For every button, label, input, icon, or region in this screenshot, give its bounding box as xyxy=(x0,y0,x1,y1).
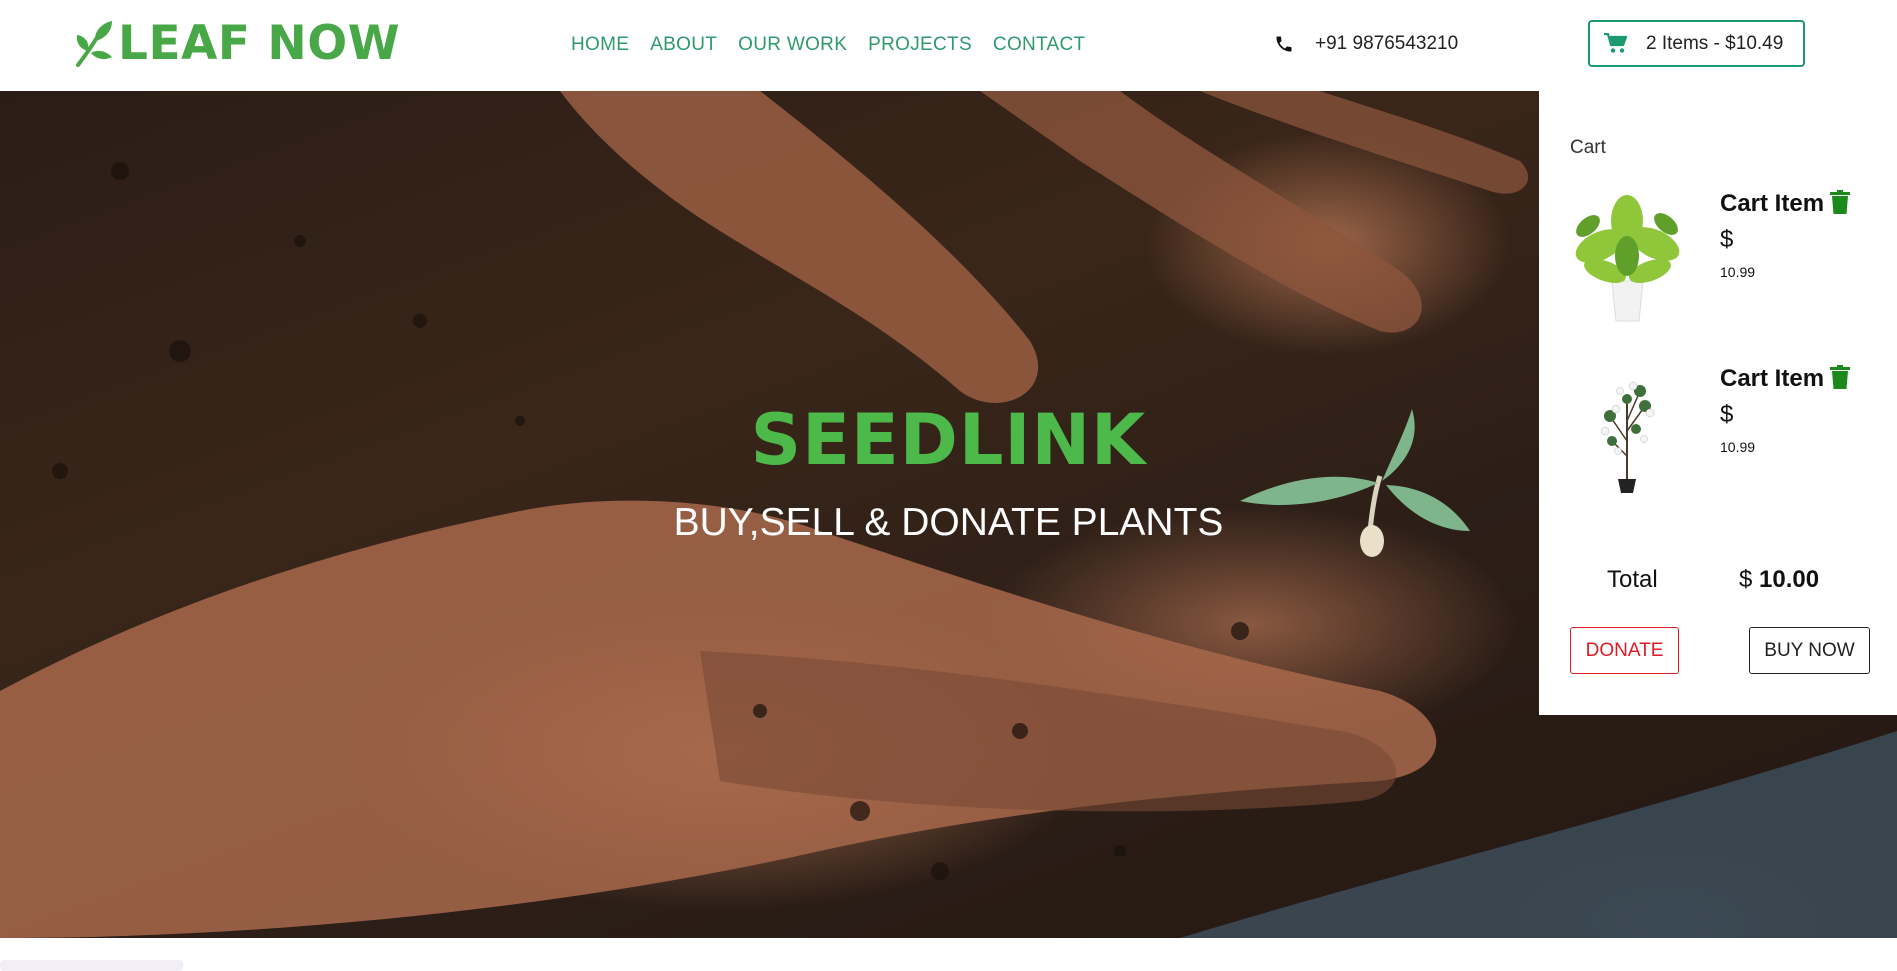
cart-heading: Cart xyxy=(1570,137,1606,158)
cart-item: Cart Item $ 10.99 xyxy=(1570,361,1870,511)
cart-total-value: 10.00 xyxy=(1759,566,1820,593)
cart-item-name: Cart Item xyxy=(1720,190,1825,217)
phone-number: +91 9876543210 xyxy=(1315,33,1459,54)
cart-dropdown-panel: Cart Cart Item $ 10.99 Cart Item $ 10.99… xyxy=(1539,91,1897,715)
cart-item-image xyxy=(1600,381,1655,493)
cart-item-currency: $ xyxy=(1720,226,1734,253)
cart-item: Cart Item $ 10.99 xyxy=(1570,186,1870,336)
cart-item-currency: $ xyxy=(1720,401,1734,428)
cart-total: $ 10.00 xyxy=(1739,566,1819,594)
cart-summary-button[interactable]: 2 Items - $10.49 xyxy=(1588,20,1805,67)
brand-logo[interactable]: LEAF NOW xyxy=(74,16,400,72)
main-nav: HOME ABOUT OUR WORK PROJECTS CONTACT xyxy=(571,33,1106,57)
cart-item-price: 10.99 xyxy=(1720,264,1756,280)
phone-contact[interactable]: +91 9876543210 xyxy=(1274,32,1458,56)
cart-total-currency: $ xyxy=(1739,566,1753,593)
cart-item-name: Cart Item xyxy=(1720,365,1825,392)
cart-item-image xyxy=(1575,195,1680,322)
nav-projects[interactable]: PROJECTS xyxy=(868,33,972,57)
phone-icon xyxy=(1276,36,1292,52)
cart-item-info: Cart Item $ 10.99 xyxy=(1720,361,1860,457)
page-bottom-strip xyxy=(0,960,183,971)
buy-now-button[interactable]: BUY NOW xyxy=(1749,627,1870,674)
nav-about[interactable]: ABOUT xyxy=(650,33,717,57)
nav-contact[interactable]: CONTACT xyxy=(993,33,1086,57)
trash-icon[interactable] xyxy=(1830,190,1851,214)
cart-icon xyxy=(1604,33,1628,53)
cart-item-info: Cart Item $ 10.99 xyxy=(1720,186,1860,282)
cart-total-label: Total xyxy=(1607,566,1658,593)
donate-button[interactable]: DONATE xyxy=(1570,627,1679,674)
trash-icon[interactable] xyxy=(1830,365,1851,389)
brand-name: LEAF NOW xyxy=(118,16,401,71)
leaf-icon xyxy=(76,21,112,67)
nav-our-work[interactable]: OUR WORK xyxy=(738,33,847,57)
nav-home[interactable]: HOME xyxy=(571,33,629,57)
cart-summary-label: 2 Items - $10.49 xyxy=(1646,32,1784,54)
site-header: LEAF NOW HOME ABOUT OUR WORK PROJECTS CO… xyxy=(0,0,1897,91)
cart-item-price: 10.99 xyxy=(1720,439,1756,455)
